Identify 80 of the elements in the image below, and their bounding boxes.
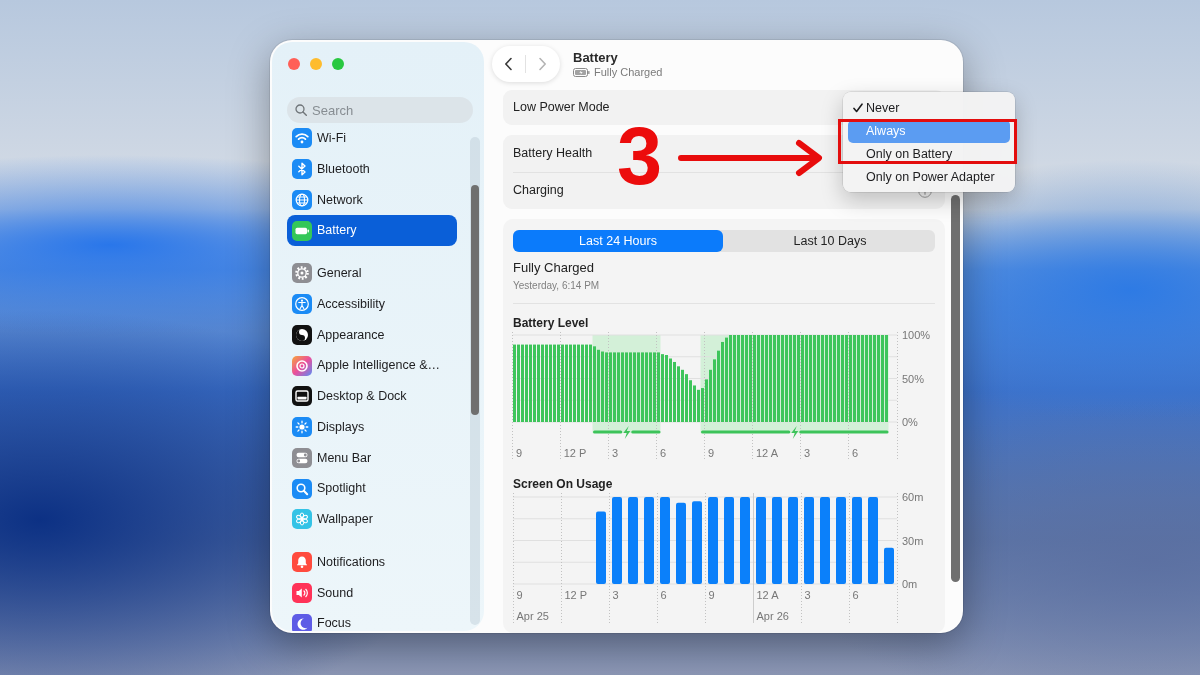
tick-label: 3: [612, 589, 619, 601]
bell-icon: [292, 552, 312, 573]
battery-icon: [573, 67, 590, 77]
sidebar-item[interactable]: Bluetooth: [287, 153, 457, 185]
bluetooth-icon: [292, 159, 312, 180]
sidebar-item[interactable]: Notifications: [287, 546, 457, 578]
tick-label: 100%: [902, 329, 931, 341]
date-label: Apr 25: [516, 610, 549, 622]
tick-label: 6: [852, 589, 859, 601]
chart-title: Screen On Usage: [513, 476, 614, 492]
tick-label: 9: [708, 589, 715, 601]
battery-icon: [292, 220, 312, 241]
tick-label: 6: [659, 447, 667, 459]
tick-label: 0m: [902, 578, 918, 590]
sidebar-item[interactable]: Battery: [287, 215, 457, 246]
minimize-button[interactable]: [310, 58, 322, 70]
tick-label: 3: [611, 447, 619, 459]
sidebar-item[interactable]: Apple Intelligence &…: [287, 350, 457, 381]
tick-label: 30m: [902, 534, 924, 547]
tick-label: 12 P: [563, 447, 587, 459]
sidebar-item[interactable]: Spotlight: [287, 473, 457, 504]
tick-label: 9: [515, 447, 523, 459]
rings-icon: [292, 355, 312, 376]
sun-icon: [292, 417, 312, 438]
sidebar-item[interactable]: Displays: [287, 411, 457, 443]
accessibility-icon: [292, 294, 312, 315]
sidebar-item[interactable]: Accessibility: [287, 288, 457, 320]
sidebar-item[interactable]: Wi-Fi: [287, 123, 457, 154]
step-number: 3: [617, 116, 663, 197]
tick-label: 3: [803, 447, 811, 459]
close-button[interactable]: [288, 58, 300, 70]
sidebar-item[interactable]: Menu Bar: [287, 442, 457, 474]
tick-label: 60m: [902, 491, 924, 503]
tick-label: 50%: [902, 372, 925, 385]
tick-label: 9: [707, 447, 715, 459]
scrollbar-thumb[interactable]: [471, 185, 479, 415]
tick-label: 0%: [902, 416, 918, 428]
tick-label: 9: [516, 589, 523, 601]
contrast-icon: [292, 324, 312, 345]
tick-label: 3: [804, 589, 811, 601]
tick-label: 12 P: [564, 589, 588, 601]
chart-title: Battery Level: [513, 315, 590, 331]
sidebar-item[interactable]: Desktop & Dock: [287, 381, 457, 412]
status-text: Fully Charged: [594, 65, 663, 79]
scrollbar-thumb[interactable]: [951, 195, 960, 582]
setting-label: Battery Health: [513, 144, 593, 162]
menu-item[interactable]: Never: [848, 96, 1010, 120]
tick-label: 6: [851, 447, 859, 459]
zoom-button[interactable]: [332, 58, 344, 70]
sidebar-item[interactable]: Network: [287, 184, 457, 216]
sidebar-item[interactable]: General: [287, 258, 457, 289]
toggles-icon: [292, 447, 312, 468]
sidebar-item[interactable]: Focus: [287, 608, 457, 631]
flower-icon: [292, 509, 312, 530]
menu-item[interactable]: Only on Battery: [848, 142, 1010, 166]
tick-label: 6: [660, 589, 667, 601]
search-field[interactable]: Search: [287, 97, 473, 123]
charge-status: Fully Charged: [513, 260, 595, 276]
sidebar-item[interactable]: Wallpaper: [287, 504, 457, 535]
range-tab[interactable]: Last 10 Days: [725, 230, 935, 252]
tick-label: 12 A: [756, 447, 778, 459]
range-tab[interactable]: Last 24 Hours: [513, 230, 723, 252]
search-icon: [292, 478, 312, 499]
usage-bar: [884, 547, 894, 584]
sidebar-item[interactable]: Appearance: [287, 319, 457, 351]
screen-icon: [292, 386, 312, 407]
tick-label: 12 A: [756, 589, 779, 601]
date-label: Apr 26: [756, 610, 789, 622]
setting-label: Charging: [513, 182, 564, 200]
globe-icon: [292, 189, 312, 210]
speaker-icon: [292, 582, 312, 603]
search-icon: [295, 104, 307, 116]
timestamp-text: Yesterday, 6:14 PM: [513, 280, 601, 292]
sidebar-item[interactable]: Sound: [287, 577, 457, 609]
menu-item[interactable]: Only on Power Adapter: [848, 165, 1010, 189]
scrollbar-track[interactable]: [470, 137, 480, 625]
wifi-icon: [292, 128, 312, 149]
setting-label: Low Power Mode: [513, 99, 610, 117]
gear-icon: [292, 263, 312, 284]
page-title: Battery: [573, 49, 619, 65]
